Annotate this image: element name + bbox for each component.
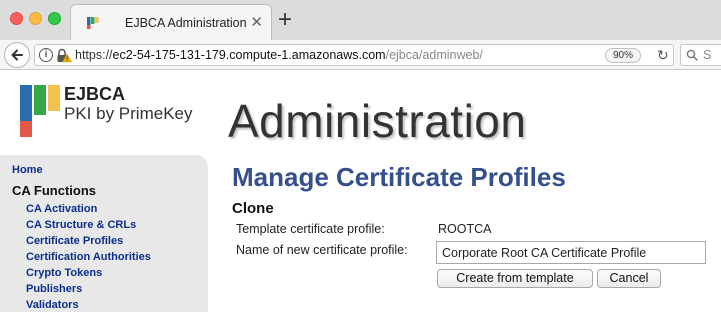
- back-arrow-icon: [11, 49, 23, 61]
- reload-icon[interactable]: ↻: [657, 47, 669, 64]
- browser-nav-bar: i https://ec2-54-175-131-179.compute-1.a…: [0, 40, 721, 70]
- sidebar-item-ca-structure[interactable]: CA Structure & CRLs: [26, 219, 136, 231]
- maximize-window-button[interactable]: [48, 12, 61, 25]
- search-bar[interactable]: S: [680, 44, 721, 66]
- close-window-button[interactable]: [10, 12, 23, 25]
- url-scheme: https://: [75, 48, 113, 62]
- sidebar-item-certificate-profiles[interactable]: Certificate Profiles: [26, 235, 123, 247]
- url-path: /ejbca/adminweb/: [385, 48, 483, 62]
- sidebar-item-ca-activation[interactable]: CA Activation: [26, 203, 97, 215]
- minimize-window-button[interactable]: [29, 12, 42, 25]
- browser-tab-bar: EJBCA Administration ✕ +: [0, 0, 721, 40]
- tab-close-icon[interactable]: ✕: [250, 13, 263, 31]
- back-button[interactable]: [4, 42, 30, 68]
- logo-title: EJBCA: [64, 84, 126, 104]
- new-profile-name-label: Name of new certificate profile:: [236, 243, 408, 257]
- zoom-level-badge[interactable]: 90%: [605, 48, 641, 63]
- url-text: https://ec2-54-175-131-179.compute-1.ama…: [75, 48, 483, 62]
- sidebar-item-certification-authorities[interactable]: Certification Authorities: [26, 251, 151, 263]
- sidebar-item-validators[interactable]: Validators: [26, 299, 79, 311]
- insecure-lock-warning-icon[interactable]: [56, 48, 72, 63]
- cancel-button[interactable]: Cancel: [597, 269, 661, 288]
- new-profile-name-input[interactable]: [436, 241, 706, 264]
- ejbca-favicon-icon: [87, 17, 99, 29]
- tab-title: EJBCA Administration: [125, 16, 247, 30]
- site-info-icon[interactable]: i: [39, 48, 53, 62]
- logo-tagline: PKI by PrimeKey: [64, 104, 193, 123]
- clone-heading: Clone: [232, 200, 274, 217]
- section-title: Manage Certificate Profiles: [232, 162, 566, 192]
- template-profile-label: Template certificate profile:: [236, 222, 385, 236]
- sidebar-section-ca-functions: CA Functions: [12, 183, 97, 198]
- search-icon: [686, 49, 698, 61]
- ejbca-logo-icon: [20, 85, 60, 137]
- sidebar: Home CA Functions CA Activation CA Struc…: [0, 155, 208, 312]
- template-profile-value: ROOTCA: [438, 222, 492, 236]
- create-from-template-button[interactable]: Create from template: [437, 269, 593, 288]
- address-bar[interactable]: i https://ec2-54-175-131-179.compute-1.a…: [34, 44, 674, 66]
- url-host: ec2-54-175-131-179.compute-1.amazonaws.c…: [112, 48, 386, 62]
- browser-tab[interactable]: EJBCA Administration ✕: [70, 4, 272, 40]
- new-tab-icon[interactable]: +: [278, 6, 292, 34]
- search-placeholder: S: [703, 48, 712, 62]
- sidebar-item-publishers[interactable]: Publishers: [26, 283, 82, 295]
- page-title: Administration: [228, 95, 527, 147]
- sidebar-item-home[interactable]: Home: [12, 164, 43, 176]
- sidebar-item-crypto-tokens[interactable]: Crypto Tokens: [26, 267, 102, 279]
